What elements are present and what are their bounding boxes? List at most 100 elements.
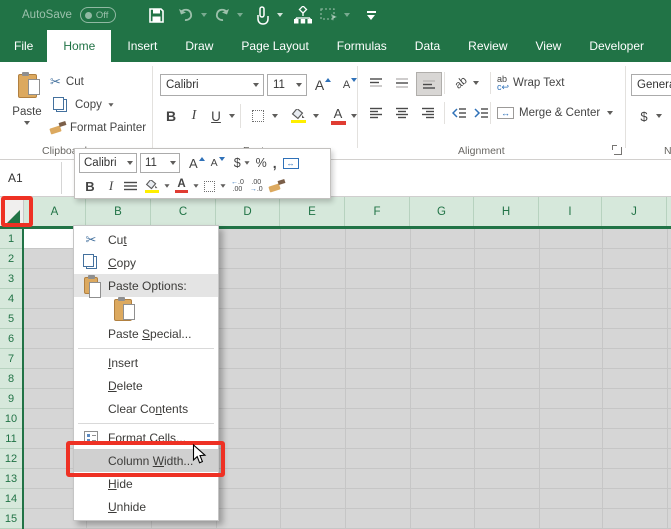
increase-font-size-button[interactable]: A [311, 74, 335, 96]
undo-icon[interactable] [176, 4, 196, 26]
menu-item-clear-contents[interactable]: Clear Contents [74, 397, 218, 420]
row-header-1[interactable]: 1 [0, 229, 22, 249]
undo-dropdown-icon[interactable] [201, 13, 207, 17]
menu-item-delete[interactable]: Delete [74, 374, 218, 397]
middle-align-button[interactable] [390, 72, 414, 94]
bottom-align-button[interactable] [416, 72, 442, 96]
top-align-button[interactable] [364, 72, 388, 94]
row-header-2[interactable]: 2 [0, 249, 22, 269]
row-header-11[interactable]: 11 [0, 429, 22, 449]
hierarchy-chart-icon[interactable] [293, 4, 313, 26]
tab-formulas[interactable]: Formulas [323, 30, 401, 62]
row-header-12[interactable]: 12 [0, 449, 22, 469]
mini-percent-button[interactable]: % [253, 153, 270, 173]
fill-color-button[interactable] [286, 104, 310, 128]
row-header-13[interactable]: 13 [0, 469, 22, 489]
column-header-h[interactable]: H [474, 197, 539, 226]
font-name-combo[interactable]: Calibri [160, 74, 264, 96]
orientation-button[interactable]: ab [450, 72, 484, 94]
column-header-d[interactable]: D [216, 197, 280, 226]
mini-font-color-button[interactable]: A [172, 176, 191, 196]
mini-font-size-combo[interactable]: 11 [140, 153, 180, 173]
tab-help[interactable]: Help [658, 30, 671, 62]
row-header-15[interactable]: 15 [0, 509, 22, 529]
tab-view[interactable]: View [522, 30, 576, 62]
menu-item-cut[interactable]: ✂ Cut [74, 228, 218, 251]
underline-dropdown-icon[interactable] [229, 114, 235, 118]
menu-item-insert[interactable]: Insert [74, 351, 218, 374]
row-header-4[interactable]: 4 [0, 289, 22, 309]
mini-italic-button[interactable]: I [101, 176, 121, 196]
mini-bold-button[interactable]: B [79, 176, 101, 196]
merge-center-dropdown-icon[interactable] [607, 111, 613, 115]
copy-dropdown-icon[interactable] [108, 103, 113, 106]
mini-align-center-button[interactable] [121, 176, 140, 196]
redo-icon[interactable] [212, 4, 232, 26]
tab-data[interactable]: Data [401, 30, 454, 62]
copy-button[interactable]: Copy [52, 95, 114, 115]
column-header-c[interactable]: C [151, 197, 216, 226]
align-left-button[interactable] [364, 102, 388, 124]
cut-button[interactable]: ✂ Cut [50, 72, 84, 92]
mini-decrease-decimal-button[interactable]: .00→.0 [247, 176, 266, 196]
tab-insert[interactable]: Insert [113, 30, 171, 62]
paste-option-button[interactable] [74, 297, 218, 322]
select-objects-icon[interactable] [319, 4, 339, 26]
fill-color-dropdown-icon[interactable] [313, 114, 319, 118]
mini-merge-center-button[interactable]: ↔ [280, 153, 302, 173]
italic-button[interactable]: I [185, 104, 203, 128]
row-header-6[interactable]: 6 [0, 329, 22, 349]
mini-font-color-dropdown-icon[interactable] [193, 184, 198, 187]
touch-mouse-mode-icon[interactable] [252, 4, 272, 26]
accounting-format-button[interactable]: $ [634, 104, 654, 128]
mini-format-painter-button[interactable] [266, 176, 288, 196]
paste-dropdown-icon[interactable] [24, 121, 30, 125]
column-header-f[interactable]: F [345, 197, 410, 226]
format-painter-button[interactable]: Format Painter [50, 118, 146, 138]
row-header-9[interactable]: 9 [0, 389, 22, 409]
column-header-j[interactable]: J [602, 197, 667, 226]
decrease-font-size-button[interactable]: A [338, 74, 362, 96]
tab-home[interactable]: Home [47, 30, 111, 62]
number-format-combo[interactable]: General [631, 74, 671, 96]
align-center-button[interactable] [390, 102, 414, 124]
mini-comma-button[interactable]: , [270, 153, 280, 173]
align-right-button[interactable] [416, 102, 440, 124]
borders-dropdown-icon[interactable] [272, 114, 278, 118]
row-header-5[interactable]: 5 [0, 309, 22, 329]
decrease-indent-button[interactable] [449, 102, 469, 124]
name-box[interactable]: A1 [0, 162, 62, 194]
mini-increase-font-button[interactable]: A [186, 153, 208, 173]
increase-indent-button[interactable] [471, 102, 491, 124]
row-header-14[interactable]: 14 [0, 489, 22, 509]
accounting-dropdown-icon[interactable] [656, 114, 662, 118]
touch-mode-dropdown-icon[interactable] [277, 13, 283, 17]
mini-font-name-combo[interactable]: Calibri [79, 153, 137, 173]
menu-item-paste-options[interactable]: Paste Options: [74, 274, 218, 297]
font-color-dropdown-icon[interactable] [351, 114, 357, 118]
redo-dropdown-icon[interactable] [237, 13, 243, 17]
row-header-7[interactable]: 7 [0, 349, 22, 369]
mini-fill-color-button[interactable] [142, 176, 162, 196]
tab-file[interactable]: File [0, 30, 47, 62]
row-header-3[interactable]: 3 [0, 269, 22, 289]
menu-item-paste-special[interactable]: Paste Special... [74, 322, 218, 345]
tab-review[interactable]: Review [454, 30, 521, 62]
column-header-a[interactable]: A [24, 197, 86, 226]
bold-button[interactable]: B [160, 104, 182, 128]
wrap-text-button[interactable]: abc↩ Wrap Text [497, 72, 564, 94]
column-header-b[interactable]: B [86, 197, 151, 226]
mini-fill-dropdown-icon[interactable] [164, 184, 169, 187]
row-header-10[interactable]: 10 [0, 409, 22, 429]
mini-decrease-font-button[interactable]: A [208, 153, 228, 173]
column-header-g[interactable]: G [410, 197, 474, 226]
merge-center-button[interactable]: ↔ Merge & Center [497, 102, 613, 124]
column-header-partial[interactable] [667, 197, 671, 226]
mini-increase-decimal-button[interactable]: ←.0.00 [228, 176, 247, 196]
alignment-dialog-launcher-icon[interactable] [614, 147, 622, 155]
row-header-8[interactable]: 8 [0, 369, 22, 389]
customize-quick-access-toolbar-icon[interactable] [361, 4, 381, 26]
tab-developer[interactable]: Developer [575, 30, 658, 62]
font-color-button[interactable]: A [327, 104, 349, 128]
tab-page-layout[interactable]: Page Layout [227, 30, 322, 62]
